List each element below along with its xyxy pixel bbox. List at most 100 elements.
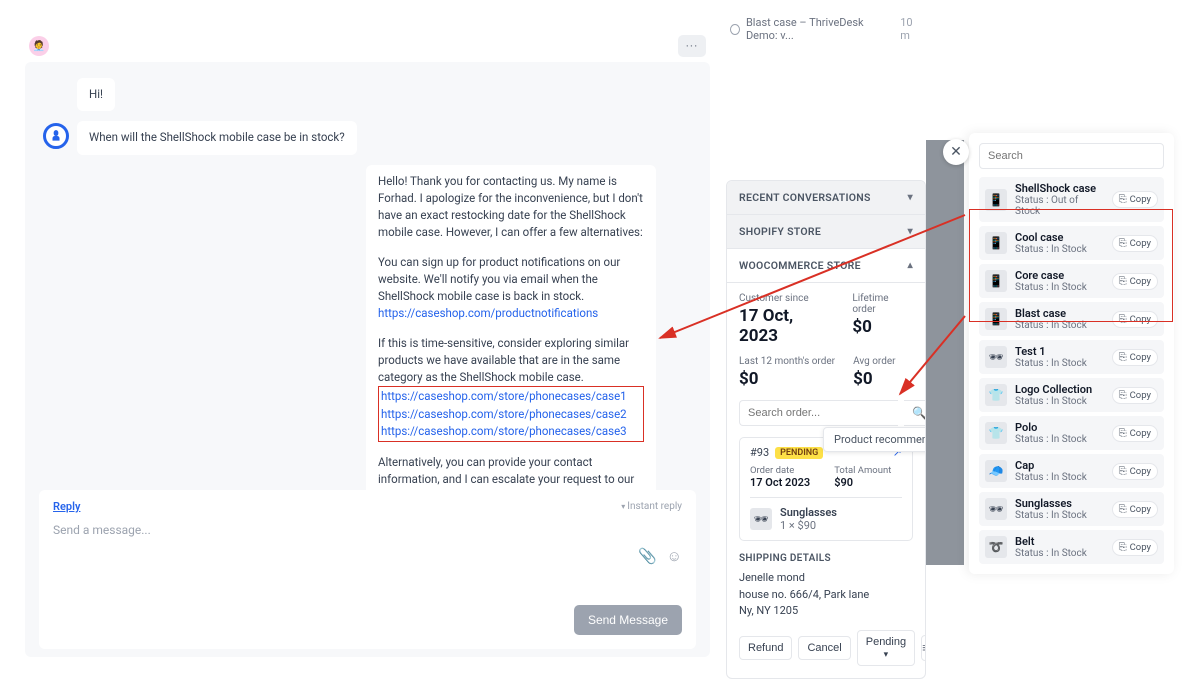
product-status: Status : In Stock <box>1015 472 1104 483</box>
stat-customer-since: Customer since 17 Oct, 2023 <box>739 293 834 346</box>
product-status: Status : In Stock <box>1015 244 1104 255</box>
copy-button[interactable]: Copy <box>1112 463 1158 480</box>
order-number: #93 <box>750 446 769 459</box>
refund-button[interactable]: Refund <box>739 636 792 660</box>
chevron-up-icon: ▴ <box>908 260 913 271</box>
order-card: #93 PENDING ↗ Order date 17 Oct 2023 Tot… <box>739 437 913 541</box>
header-avatar: 🧑‍💼 <box>29 36 49 56</box>
reco-search-input[interactable] <box>979 143 1164 169</box>
product-recommendation-popover: ✕ 📱ShellShock caseStatus : Out of StockC… <box>969 133 1174 574</box>
section-shopify-store[interactable]: Shopify Store▾ <box>727 215 925 249</box>
compose-input[interactable]: Send a message... <box>53 523 682 571</box>
more-menu-button[interactable]: ··· <box>678 35 706 57</box>
product-thumb: ➰ <box>985 536 1007 558</box>
close-icon[interactable]: ✕ <box>943 139 969 165</box>
product-thumb: 👕 <box>985 384 1007 406</box>
copy-button[interactable]: Copy <box>1112 349 1158 366</box>
customer-avatar <box>43 123 69 149</box>
agent-paragraph: You can sign up for product notification… <box>378 254 644 323</box>
item-thumb: 🕶 <box>750 508 772 530</box>
message-row: Hello! Thank you for contacting us. My n… <box>43 165 692 532</box>
instant-reply-toggle[interactable]: Instant reply <box>621 501 682 512</box>
product-name: Cool case <box>1015 231 1104 244</box>
product-thumb: 👕 <box>985 422 1007 444</box>
tab-reply[interactable]: Reply <box>53 500 80 513</box>
agent-paragraph: Hello! Thank you for contacting us. My n… <box>378 173 644 242</box>
product-status: Status : In Stock <box>1015 396 1104 407</box>
chat-area: 🧑‍💼 ··· Hi! When will the ShellShock mob… <box>25 30 710 657</box>
section-woocommerce-store[interactable]: WooCommerce Store▴ <box>727 249 925 283</box>
product-name: Cap <box>1015 459 1104 472</box>
product-link[interactable]: https://caseshop.com/store/phonecases/ca… <box>381 389 627 403</box>
product-name: Logo Collection <box>1015 383 1104 396</box>
product-name: Blast case <box>1015 307 1104 320</box>
product-status: Status : In Stock <box>1015 434 1104 445</box>
chat-body: Hi! When will the ShellShock mobile case… <box>25 62 710 657</box>
product-thumb: 📱 <box>985 308 1007 330</box>
obscured-chat-underlay <box>926 140 964 565</box>
message-row: Hi! <box>43 78 692 111</box>
product-row: 📱 Cool caseStatus : In Stock Copy <box>979 226 1164 260</box>
search-icon[interactable]: 🔍 <box>904 400 926 426</box>
pending-dropdown[interactable]: Pending <box>857 630 915 666</box>
product-name: Test 1 <box>1015 345 1104 358</box>
product-link[interactable]: https://caseshop.com/store/phonecases/ca… <box>381 407 627 421</box>
search-order-input[interactable] <box>739 400 898 426</box>
product-link[interactable]: https://caseshop.com/store/phonecases/ca… <box>381 424 627 438</box>
copy-button[interactable]: Copy <box>1112 191 1158 208</box>
cancel-button[interactable]: Cancel <box>798 636 850 660</box>
agent-message: Hello! Thank you for contacting us. My n… <box>366 165 656 532</box>
product-thumb: 🧢 <box>985 460 1007 482</box>
context-sidebar: Blast case – ThriveDesk Demo: v... 10 m … <box>726 16 926 679</box>
copy-button[interactable]: Copy <box>1112 311 1158 328</box>
woocommerce-body: Customer since 17 Oct, 2023 Lifetime ord… <box>727 283 925 678</box>
copy-button[interactable]: Copy <box>1112 539 1158 556</box>
item-name: Sunglasses <box>780 506 837 519</box>
order-total: Total Amount $90 <box>834 465 891 489</box>
item-qty-price: 1 × $90 <box>780 519 837 532</box>
emoji-icon[interactable]: ☺ <box>667 547 682 565</box>
product-name: Core case <box>1015 269 1104 282</box>
product-row: 📱Core caseStatus : In StockCopy <box>979 264 1164 298</box>
context-panel: Recent Conversations▾ Shopify Store▾ Woo… <box>726 180 926 679</box>
product-name: Sunglasses <box>1015 497 1104 510</box>
order-date: Order date 17 Oct 2023 <box>750 465 810 489</box>
attachment-icon[interactable]: 📎 <box>638 547 657 565</box>
product-thumb: 📱 <box>985 232 1007 254</box>
breadcrumb-title: Blast case – ThriveDesk Demo: v... <box>746 16 894 42</box>
product-status: Status : In Stock <box>1015 282 1104 293</box>
chevron-down-icon: ▾ <box>908 226 913 237</box>
copy-button[interactable]: Copy <box>1112 501 1158 518</box>
product-links-box: https://caseshop.com/store/phonecases/ca… <box>378 386 644 442</box>
stat-last-12-months: Last 12 month's order $0 <box>739 356 835 389</box>
shipping-addr1: house no. 666/4, Park lane <box>739 587 913 604</box>
customer-message: When will the ShellShock mobile case be … <box>77 121 357 154</box>
status-ring-icon <box>730 24 740 35</box>
order-line-item: 🕶 Sunglasses 1 × $90 <box>750 497 902 532</box>
product-row: ➰BeltStatus : In StockCopy <box>979 530 1164 564</box>
order-status-badge: PENDING <box>775 447 823 459</box>
copy-button[interactable]: Copy <box>1112 235 1158 252</box>
copy-button[interactable]: Copy <box>1112 273 1158 290</box>
product-status: Status : In Stock <box>1015 358 1104 369</box>
product-status: Status : In Stock <box>1015 548 1104 559</box>
product-row: 📱ShellShock caseStatus : Out of StockCop… <box>979 177 1164 222</box>
filter-icon[interactable]: ≡ <box>921 635 926 661</box>
product-row: 👕 Logo CollectionStatus : In Stock Copy <box>979 378 1164 412</box>
copy-button[interactable]: Copy <box>1112 425 1158 442</box>
chat-header: 🧑‍💼 ··· <box>25 30 710 62</box>
breadcrumb-time: 10 m <box>900 16 922 42</box>
message-row: When will the ShellShock mobile case be … <box>43 121 692 154</box>
send-button[interactable]: Send Message <box>574 605 682 635</box>
notification-link[interactable]: https://caseshop.com/productnotification… <box>378 306 598 320</box>
shipping-addr2: Ny, NY 1205 <box>739 603 913 620</box>
section-recent-conversations[interactable]: Recent Conversations▾ <box>727 181 925 215</box>
shipping-details: Shipping Details Jenelle mond house no. … <box>739 553 913 620</box>
copy-button[interactable]: Copy <box>1112 387 1158 404</box>
compose-box: Reply Instant reply Send a message... 📎 … <box>39 490 696 649</box>
product-thumb: 📱 <box>985 189 1007 211</box>
product-row: 📱Blast caseStatus : In StockCopy <box>979 302 1164 336</box>
product-name: ShellShock case <box>1015 182 1104 195</box>
agent-paragraph: If this is time-sensitive, consider expl… <box>378 335 644 443</box>
customer-message: Hi! <box>77 78 115 111</box>
